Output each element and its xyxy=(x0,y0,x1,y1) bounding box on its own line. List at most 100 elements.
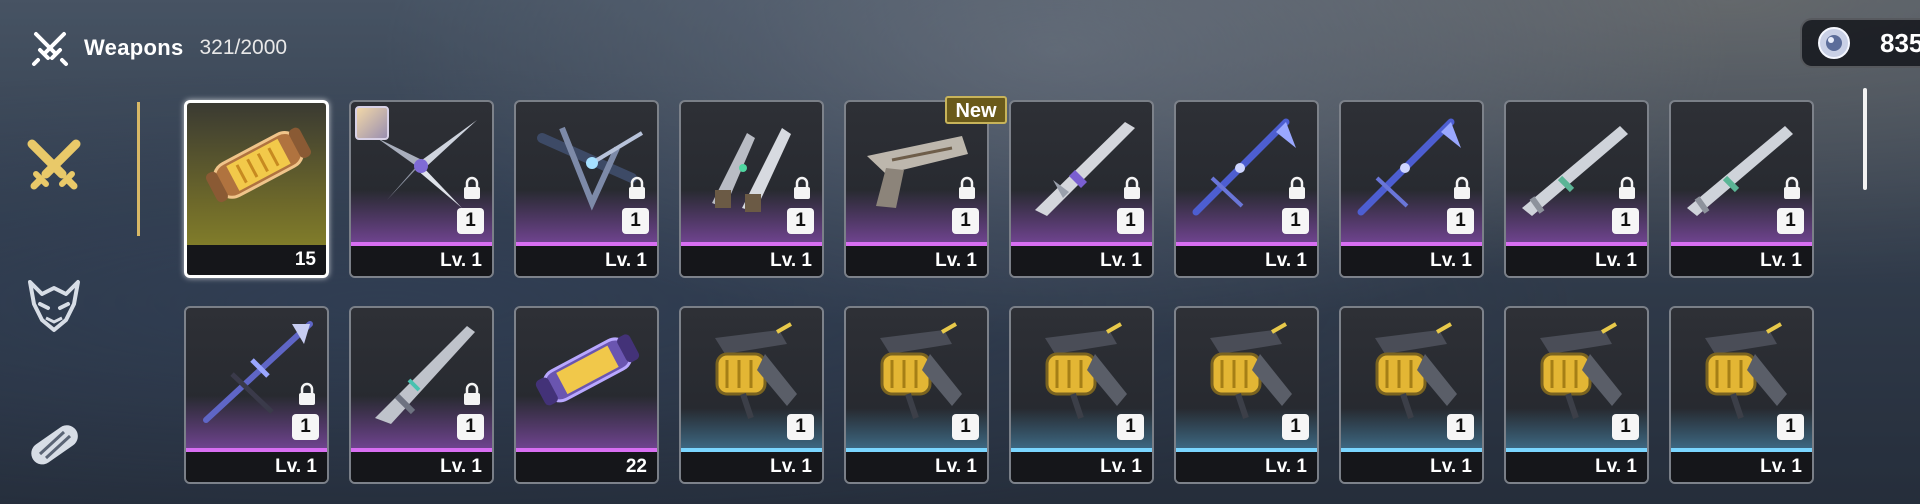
weapon-level: Lv. 1 xyxy=(186,452,327,482)
twin-blades-icon xyxy=(712,128,791,212)
gun-icon xyxy=(867,136,968,208)
refinement-badge: 1 xyxy=(952,414,979,440)
refinement-badge: 1 xyxy=(1282,208,1309,234)
demon-mask-icon xyxy=(28,280,80,332)
character-avatar xyxy=(355,106,389,140)
capsule-purple-icon xyxy=(535,334,640,406)
gold-cannon-icon xyxy=(1705,322,1787,419)
inventory-slot[interactable]: 15 xyxy=(184,100,329,278)
gold-cannon-icon xyxy=(1375,322,1457,419)
lock-icon[interactable] xyxy=(1121,176,1143,200)
inventory-slot[interactable]: 1 Lv. 1 xyxy=(1174,306,1319,484)
inventory-slot[interactable]: 1 Lv. 1 xyxy=(514,100,659,278)
weapon-level: Lv. 1 xyxy=(1011,452,1152,482)
gold-cannon-icon xyxy=(1540,322,1622,419)
inventory-slot[interactable]: 1 Lv. 1 xyxy=(1504,100,1649,278)
inventory-slot[interactable]: 22 xyxy=(514,306,659,484)
refinement-badge: 1 xyxy=(1612,414,1639,440)
inventory-slot[interactable]: 1 Lv. 1 xyxy=(349,100,494,278)
weapon-level: Lv. 1 xyxy=(846,246,987,276)
weapon-level: Lv. 1 xyxy=(1671,246,1812,276)
weapon-level: Lv. 1 xyxy=(516,246,657,276)
refinement-badge: 1 xyxy=(787,414,814,440)
lock-icon[interactable] xyxy=(461,382,483,406)
refinement-badge: 1 xyxy=(457,208,484,234)
lock-icon[interactable] xyxy=(1616,176,1638,200)
refinement-badge: 1 xyxy=(1447,414,1474,440)
currency-display[interactable]: 835 xyxy=(1800,18,1920,68)
gold-cannon-icon xyxy=(1045,322,1127,419)
refinement-badge: 1 xyxy=(1777,208,1804,234)
matrices-tab[interactable] xyxy=(22,274,86,338)
weapon-level: Lv. 1 xyxy=(1011,246,1152,276)
lance-icon xyxy=(375,326,475,424)
lock-icon[interactable] xyxy=(1451,176,1473,200)
inventory-slot[interactable]: 1 Lv. 1 xyxy=(349,306,494,484)
lock-icon[interactable] xyxy=(1286,176,1308,200)
silver-sword-icon xyxy=(1687,126,1793,216)
refinement-badge: 1 xyxy=(1777,414,1804,440)
gold-cannon-icon xyxy=(715,322,797,419)
lock-icon[interactable] xyxy=(1781,176,1803,200)
inventory-slot[interactable]: 1 Lv. 1 xyxy=(844,100,989,278)
weapon-level: Lv. 1 xyxy=(1506,246,1647,276)
gold-cannon-icon xyxy=(1210,322,1292,419)
refinement-badge: 1 xyxy=(952,208,979,234)
crossed-swords-icon xyxy=(30,28,70,68)
refinement-badge: 1 xyxy=(1612,208,1639,234)
scrollbar[interactable] xyxy=(1863,88,1867,190)
inventory-slot[interactable]: 1 Lv. 1 xyxy=(1009,306,1154,484)
blue-scythe-icon xyxy=(1192,118,1296,216)
currency-value: 835 xyxy=(1880,27,1920,58)
refinement-badge: 1 xyxy=(1117,208,1144,234)
silver-sword-icon xyxy=(1522,126,1628,216)
weapon-level: Lv. 1 xyxy=(1671,452,1812,482)
blue-scythe-icon xyxy=(1357,118,1461,216)
capsule-pack-icon xyxy=(31,425,78,465)
refinement-badge: 1 xyxy=(1447,208,1474,234)
weapons-tab[interactable] xyxy=(22,134,86,198)
refinement-badge: 1 xyxy=(1282,414,1309,440)
lock-icon[interactable] xyxy=(956,176,978,200)
refinement-badge: 1 xyxy=(622,208,649,234)
active-tab-indicator xyxy=(137,102,140,236)
inventory-slot[interactable]: 1 Lv. 1 xyxy=(679,306,824,484)
inventory-slot[interactable]: 1 Lv. 1 xyxy=(1009,100,1154,278)
gold-cannon-icon xyxy=(880,322,962,419)
inventory-slot[interactable]: 1 Lv. 1 xyxy=(844,306,989,484)
lock-icon[interactable] xyxy=(626,176,648,200)
inventory-slot[interactable]: 1 Lv. 1 xyxy=(1669,306,1814,484)
materials-tab[interactable] xyxy=(22,412,86,476)
refinement-badge: 1 xyxy=(292,414,319,440)
weapon-level: Lv. 1 xyxy=(1341,246,1482,276)
inventory-slot[interactable]: 1 Lv. 1 xyxy=(1339,100,1484,278)
weapon-level: Lv. 1 xyxy=(1341,452,1482,482)
refinement-badge: 1 xyxy=(1117,414,1144,440)
inventory-slot[interactable]: 1 Lv. 1 xyxy=(1669,100,1814,278)
grid-row-2: 1 Lv. 1 1 Lv. 1 22 1 Lv. 1 1 Lv. 1 1 Lv. 1 1 Lv. 1 1 L… xyxy=(184,306,1814,484)
lock-icon[interactable] xyxy=(791,176,813,200)
weapon-level: Lv. 1 xyxy=(1176,452,1317,482)
lock-icon[interactable] xyxy=(461,176,483,200)
weapon-level: Lv. 1 xyxy=(351,452,492,482)
refinement-badge: 1 xyxy=(787,208,814,234)
weapon-level: Lv. 1 xyxy=(846,452,987,482)
weapon-level: Lv. 1 xyxy=(1506,452,1647,482)
weapon-level: Lv. 1 xyxy=(351,246,492,276)
inventory-slot[interactable]: 1 Lv. 1 xyxy=(1504,306,1649,484)
weapon-level: Lv. 1 xyxy=(681,246,822,276)
inventory-slot[interactable]: 1 Lv. 1 xyxy=(1339,306,1484,484)
weapon-level: Lv. 1 xyxy=(681,452,822,482)
inventory-slot[interactable]: 1 Lv. 1 xyxy=(1174,100,1319,278)
crossbow-icon xyxy=(537,126,644,211)
refinement-badge: 1 xyxy=(457,414,484,440)
inventory-slot[interactable]: 1 Lv. 1 xyxy=(679,100,824,278)
inventory-slot[interactable]: 1 Lv. 1 xyxy=(184,306,329,484)
page-title: Weapons xyxy=(84,35,184,60)
crossed-swords-icon xyxy=(27,139,81,190)
lock-icon[interactable] xyxy=(296,382,318,406)
inventory-count: 321/2000 xyxy=(199,36,288,59)
item-count: 22 xyxy=(516,452,657,482)
crystal-coin-icon xyxy=(1816,25,1852,61)
long-sword-icon xyxy=(1035,122,1135,216)
